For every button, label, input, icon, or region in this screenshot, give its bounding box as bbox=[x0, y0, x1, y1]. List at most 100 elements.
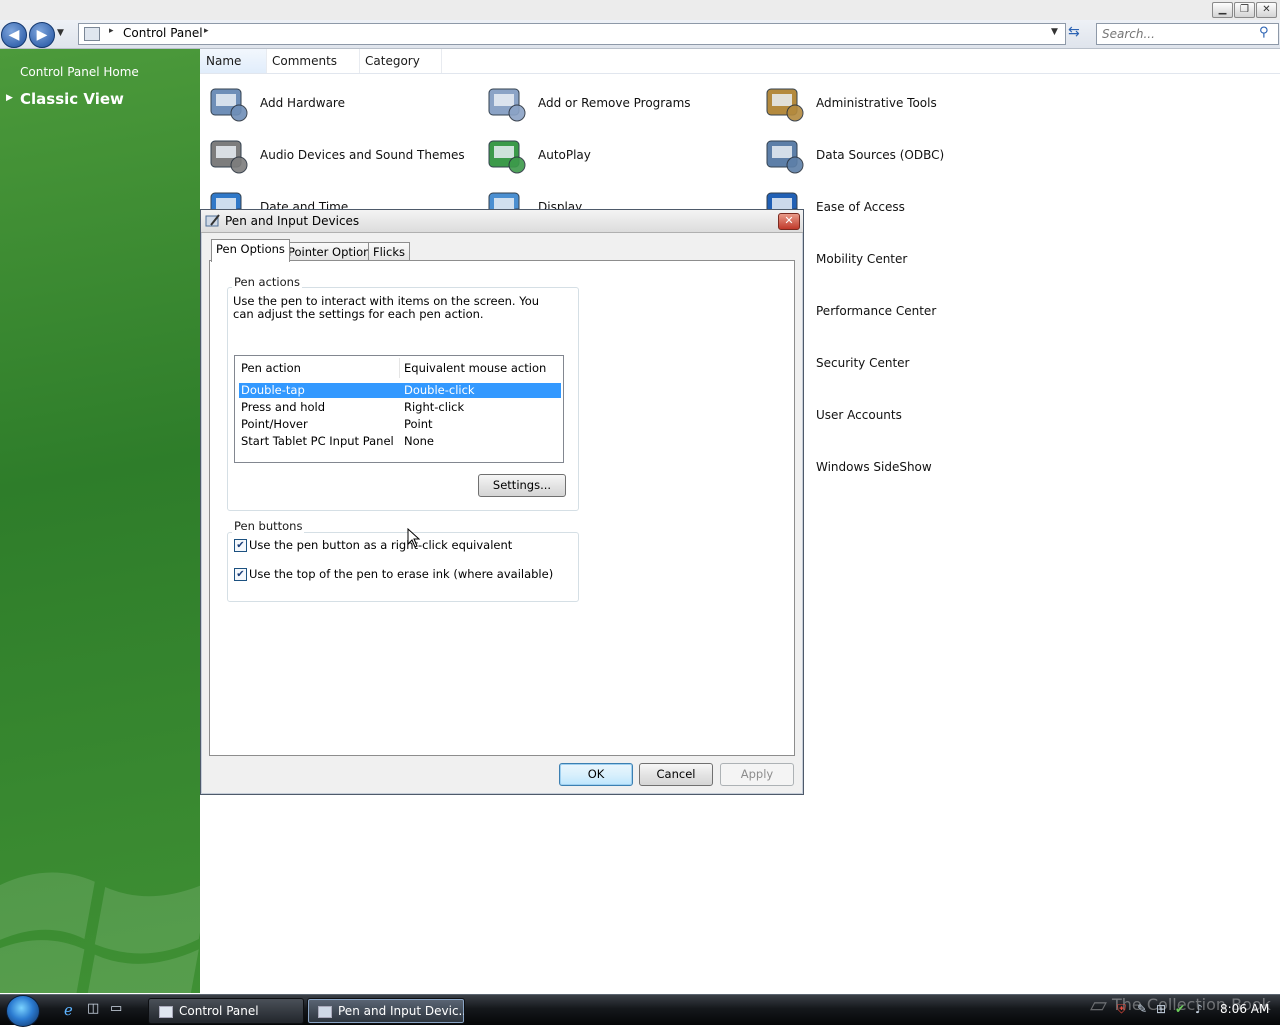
power-tray-icon[interactable]: ✔ bbox=[1175, 1002, 1185, 1016]
pen-tray-icon[interactable]: ✎ bbox=[1137, 1002, 1147, 1016]
control-panel-home-link[interactable]: Control Panel Home bbox=[20, 65, 139, 79]
close-button[interactable]: ✕ bbox=[1256, 2, 1277, 18]
forward-button[interactable]: ▶ bbox=[29, 22, 55, 48]
breadcrumb-arrow-icon[interactable]: ▸ bbox=[109, 26, 114, 36]
breadcrumb-control-panel[interactable]: Control Panel bbox=[123, 26, 203, 40]
header-divider[interactable] bbox=[399, 358, 400, 378]
control-panel-item-label: User Accounts bbox=[816, 408, 902, 422]
control-panel-item-label: AutoPlay bbox=[538, 148, 591, 162]
control-panel-item[interactable]: Data Sources (ODBC) bbox=[758, 129, 1028, 181]
network-tray-icon[interactable]: ⊞ bbox=[1156, 1002, 1166, 1016]
pen-action-row[interactable]: Start Tablet PC Input Panel None bbox=[239, 434, 561, 449]
back-button[interactable]: ◀ bbox=[1, 22, 27, 48]
control-panel-item-label: Add Hardware bbox=[260, 96, 345, 110]
show-desktop-icon[interactable]: ▭ bbox=[110, 1001, 122, 1016]
taskbar-pen-input-label: Pen and Input Devic... bbox=[338, 1004, 465, 1018]
breadcrumb-arrow-icon[interactable]: ▸ bbox=[204, 26, 209, 36]
column-name[interactable]: Name bbox=[200, 49, 267, 73]
tab-panel: Pen actions Use the pen to interact with… bbox=[209, 260, 795, 756]
column-comments[interactable]: Comments bbox=[266, 49, 360, 73]
search-icon[interactable]: ⚲ bbox=[1259, 25, 1269, 40]
pen-icon bbox=[318, 1005, 332, 1018]
mouse-action-cell: None bbox=[404, 434, 435, 448]
settings-button[interactable]: Settings... bbox=[478, 474, 566, 497]
window-titlebar: ▁ ❐ ✕ bbox=[0, 0, 1280, 20]
pen-actions-description: Use the pen to interact with items on th… bbox=[233, 294, 540, 321]
expand-arrow-icon: ▶ bbox=[6, 93, 13, 103]
search-box[interactable]: ⚲ bbox=[1096, 23, 1279, 45]
taskbar-control-panel[interactable]: Control Panel bbox=[148, 998, 304, 1024]
switch-windows-icon[interactable]: ◫ bbox=[87, 1001, 99, 1016]
control-panel-item-label: Audio Devices and Sound Themes bbox=[260, 148, 465, 162]
pen-actions-list[interactable]: Pen action Equivalent mouse action Doubl… bbox=[234, 355, 564, 463]
pen-buttons-title: Pen buttons bbox=[232, 519, 305, 533]
hardware-icon bbox=[206, 81, 250, 125]
tab-pen-options[interactable]: Pen Options bbox=[211, 239, 290, 262]
control-panel-item-label: Administrative Tools bbox=[816, 96, 937, 110]
programs-icon bbox=[484, 81, 528, 125]
refresh-icon[interactable]: ⇆ bbox=[1068, 24, 1080, 40]
recent-pages-dropdown[interactable]: ▼ bbox=[57, 28, 64, 38]
clock[interactable]: 8:06 AM bbox=[1220, 1002, 1269, 1016]
control-panel-item[interactable]: AutoPlay bbox=[480, 129, 750, 181]
control-panel-item-label: Ease of Access bbox=[816, 200, 905, 214]
control-panel-item-label: Add or Remove Programs bbox=[538, 96, 691, 110]
tab-pointer-options[interactable]: Pointer Options bbox=[283, 242, 382, 261]
pen-action-cell: Press and hold bbox=[241, 400, 326, 414]
pen-action-cell: Start Tablet PC Input Panel bbox=[241, 434, 394, 448]
navigation-bar: ◀ ▶ ▼ ▸ Control Panel ▸ ▼ ⇆ ⚲ bbox=[0, 20, 1280, 49]
erase-ink-option-label[interactable]: Use the top of the pen to erase ink (whe… bbox=[249, 567, 553, 581]
mouse-action-cell: Point bbox=[404, 417, 433, 431]
classic-view-link[interactable]: Classic View bbox=[20, 90, 124, 108]
dialog-title: Pen and Input Devices bbox=[225, 214, 360, 228]
book-watermark-icon: ▱ bbox=[1090, 993, 1107, 1018]
erase-ink-checkbox[interactable]: ✔ bbox=[234, 568, 247, 581]
header-pen-action[interactable]: Pen action bbox=[241, 356, 301, 380]
left-pane: Control Panel Home ▶ Classic View bbox=[0, 49, 200, 993]
control-panel-item-label: Mobility Center bbox=[816, 252, 908, 266]
control-panel-icon bbox=[159, 1005, 173, 1018]
volume-tray-icon[interactable]: ♪ bbox=[1195, 1002, 1203, 1016]
windows-logo-watermark-icon bbox=[0, 872, 200, 993]
minimize-button[interactable]: ▁ bbox=[1212, 2, 1233, 18]
start-button[interactable] bbox=[6, 995, 40, 1027]
mouse-cursor-icon bbox=[407, 528, 420, 548]
taskbar-control-panel-label: Control Panel bbox=[179, 1004, 259, 1018]
apply-button[interactable]: Apply bbox=[720, 763, 794, 786]
control-panel-item-label: Data Sources (ODBC) bbox=[816, 148, 945, 162]
tab-flicks[interactable]: Flicks bbox=[368, 242, 410, 261]
pen-input-dialog: Pen and Input Devices ✕ Pen Options Poin… bbox=[200, 209, 804, 795]
autoplay-icon bbox=[484, 133, 528, 177]
restore-button[interactable]: ❐ bbox=[1234, 2, 1255, 18]
right-click-option-label[interactable]: Use the pen button as a right-click equi… bbox=[249, 538, 512, 552]
cancel-button[interactable]: Cancel bbox=[639, 763, 713, 786]
taskbar: ℯ ◫ ▭ Control Panel Pen and Input Devic.… bbox=[0, 993, 1280, 1027]
header-equivalent-mouse-action[interactable]: Equivalent mouse action bbox=[404, 356, 546, 380]
pen-actions-title: Pen actions bbox=[232, 275, 302, 289]
control-panel-item[interactable]: Audio Devices and Sound Themes bbox=[202, 129, 472, 181]
search-input[interactable] bbox=[1100, 25, 1254, 43]
address-dropdown-icon[interactable]: ▼ bbox=[1051, 27, 1058, 37]
column-header-bar: Name Comments Category bbox=[200, 49, 1280, 74]
internet-explorer-icon[interactable]: ℯ bbox=[64, 1001, 73, 1019]
taskbar-pen-input-devices[interactable]: Pen and Input Devic... bbox=[307, 998, 465, 1024]
control-panel-item-label: Security Center bbox=[816, 356, 910, 370]
control-panel-item[interactable]: Add Hardware bbox=[202, 77, 472, 129]
right-click-checkbox[interactable]: ✔ bbox=[234, 539, 247, 552]
pen-action-cell: Double-tap bbox=[241, 383, 305, 397]
address-bar[interactable]: ▸ Control Panel ▸ ▼ bbox=[78, 23, 1066, 45]
pen-action-row[interactable]: Point/Hover Point bbox=[239, 417, 561, 432]
control-panel-item[interactable]: Add or Remove Programs bbox=[480, 77, 750, 129]
dialog-titlebar[interactable]: Pen and Input Devices ✕ bbox=[201, 210, 803, 233]
control-panel-item-label: Performance Center bbox=[816, 304, 937, 318]
pen-action-row[interactable]: Double-tap Double-click bbox=[239, 383, 561, 398]
column-category[interactable]: Category bbox=[359, 49, 442, 73]
security-alert-icon[interactable]: ⛨ bbox=[1117, 1002, 1126, 1017]
ok-button[interactable]: OK bbox=[559, 763, 633, 786]
admin-tools-icon bbox=[762, 81, 806, 125]
dialog-close-button[interactable]: ✕ bbox=[778, 213, 800, 230]
pen-action-row[interactable]: Press and hold Right-click bbox=[239, 400, 561, 415]
mouse-action-cell: Double-click bbox=[404, 383, 475, 397]
odbc-icon bbox=[762, 133, 806, 177]
control-panel-item[interactable]: Administrative Tools bbox=[758, 77, 1028, 129]
